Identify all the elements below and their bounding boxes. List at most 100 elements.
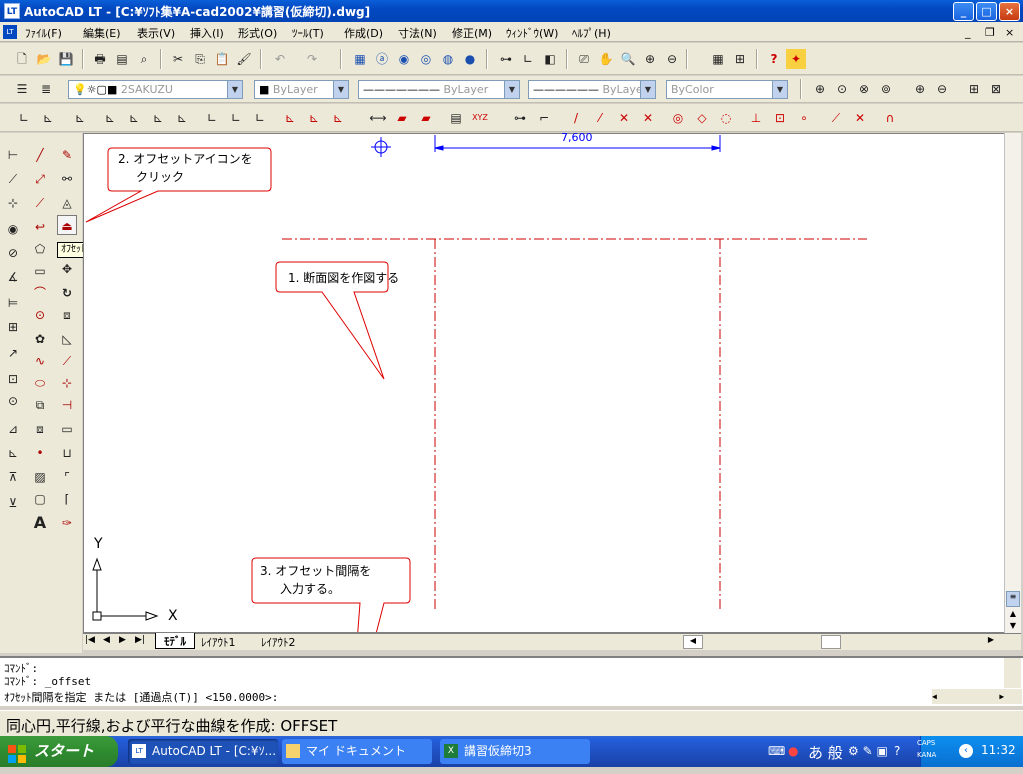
dim-text-edit-icon[interactable]: ⊼ <box>3 467 23 487</box>
snap-intersection-icon[interactable]: ✕ <box>614 108 634 128</box>
erase-icon[interactable]: ✎ <box>57 145 77 165</box>
menu-draw[interactable]: 作成(D) <box>344 25 383 41</box>
hyperlink-icon[interactable]: ◎ <box>416 49 436 69</box>
scroll-thumb[interactable]: ≡ <box>1006 591 1020 607</box>
dim-ordinate-icon[interactable]: ⊹ <box>3 193 23 213</box>
hscroll-right-icon[interactable]: ▶ <box>983 635 999 649</box>
keyboard-icon[interactable]: ⌨ <box>768 744 785 758</box>
task-excel[interactable]: X 講習仮締切3 <box>440 739 590 764</box>
express-tools-icon[interactable]: ✦ <box>786 49 806 69</box>
cut-icon[interactable]: ✂ <box>168 49 188 69</box>
make-block-icon[interactable]: ⧈ <box>30 419 50 439</box>
pan-icon[interactable]: ✋ <box>596 49 616 69</box>
scale-icon[interactable]: ⧈ <box>57 305 77 325</box>
ucs-face-icon[interactable]: ⊾ <box>124 108 144 128</box>
command-hscrollbar[interactable]: ◀ ▶ <box>932 689 1022 704</box>
offset-icon[interactable]: ⏏ <box>57 215 77 235</box>
center-mark-icon[interactable]: ⊿ <box>3 419 23 439</box>
help-icon[interactable]: ? <box>894 744 900 758</box>
snap-temp-icon[interactable]: ⌐ <box>534 108 554 128</box>
save-icon[interactable]: 💾 <box>56 49 76 69</box>
zoom-dynamic-icon[interactable]: ⊙ <box>832 79 852 99</box>
app-icon[interactable]: LT <box>4 3 20 19</box>
copy-icon[interactable]: ⎘ <box>190 49 210 69</box>
snap-insert-icon[interactable]: ⊡ <box>770 108 790 128</box>
dim-radius-icon[interactable]: ◉ <box>3 219 23 239</box>
design-center-icon[interactable]: ▦ <box>350 49 370 69</box>
plotstyle-dropdown[interactable]: ByColor ▼ <box>666 80 788 99</box>
scroll-up-icon[interactable]: ▲ <box>1006 609 1020 621</box>
hatch-icon[interactable]: ▨ <box>30 467 50 487</box>
dim-linear-icon[interactable]: ⊢ <box>3 145 23 165</box>
lineweight-dropdown[interactable]: —————— ByLayer ▼ <box>528 80 656 99</box>
zoom-scale-icon[interactable]: ⊗ <box>854 79 874 99</box>
zoom-all-icon[interactable]: ⊞ <box>964 79 984 99</box>
revcloud-icon[interactable]: ✿ <box>30 329 50 349</box>
point-icon[interactable]: • <box>30 443 50 463</box>
zoom-previous-icon[interactable]: ⊖ <box>662 49 682 69</box>
ucs-zaxis-icon[interactable]: ⊾ <box>328 108 348 128</box>
help-icon[interactable]: ? <box>764 49 784 69</box>
extend-icon[interactable]: ⊣ <box>57 395 77 415</box>
tolerance-icon[interactable]: XYZ <box>470 108 490 128</box>
zoom-center-icon[interactable]: ⊚ <box>876 79 896 99</box>
copy-object-icon[interactable]: ⚯ <box>57 169 77 189</box>
ucs-z-icon[interactable]: ∟ <box>226 108 246 128</box>
snap-perpendicular-icon[interactable]: ⊥ <box>746 108 766 128</box>
ucs-object-icon[interactable]: ⊾ <box>100 108 120 128</box>
snap-quadrant-icon[interactable]: ◇ <box>692 108 712 128</box>
ucs-rotate-icon[interactable]: ⊾ <box>304 108 324 128</box>
tab-first-icon[interactable]: |◀ <box>85 635 95 645</box>
text-style-icon[interactable]: ▤ <box>446 108 466 128</box>
ucs-apply-icon[interactable]: ⊾ <box>280 108 300 128</box>
aerial-view-icon[interactable]: ⎚ <box>574 49 594 69</box>
tab-last-icon[interactable]: ▶| <box>135 635 145 645</box>
dim-style-icon[interactable]: ▰ <box>392 108 412 128</box>
tolerance-icon[interactable]: ⊙ <box>3 391 23 411</box>
dim-aligned-icon[interactable]: ⟋ <box>3 169 23 189</box>
menu-modify[interactable]: 修正(M) <box>452 25 492 41</box>
break-icon[interactable]: ▭ <box>57 419 77 439</box>
dim-angular-icon[interactable]: ∡ <box>3 267 23 287</box>
dim-continue-icon[interactable]: ↗ <box>3 343 23 363</box>
menu-insert[interactable]: 挿入(I) <box>190 25 224 41</box>
start-button[interactable]: スタート <box>0 736 118 767</box>
ucs-previous-icon[interactable]: ⊾ <box>38 108 58 128</box>
task-my-documents[interactable]: マイ ドキュメント <box>282 739 432 764</box>
line-icon[interactable]: ╱ <box>30 145 50 165</box>
mdi-close-button[interactable]: × <box>1005 26 1014 39</box>
ucs-x-icon[interactable]: ∟ <box>202 108 222 128</box>
web-globe-icon[interactable]: ● <box>460 49 480 69</box>
command-prompt[interactable]: ｵﾌｾｯﾄ間隔を指定 または [通過点(T)] <150.0000>: <box>4 689 278 705</box>
publish-web-icon[interactable]: ◍ <box>438 49 458 69</box>
tab-layout2[interactable]: ﾚｲｱｳﾄ2 <box>261 634 296 650</box>
print-preview-icon[interactable]: ▤ <box>112 49 132 69</box>
ucs-icon[interactable]: ∟ <box>518 49 538 69</box>
break-at-point-icon[interactable]: ⊔ <box>57 443 77 463</box>
match-properties-icon[interactable]: 🖌 <box>234 49 254 69</box>
vertical-scrollbar[interactable]: ≡ ▲ ▼ <box>1004 133 1021 633</box>
scroll-down-icon[interactable]: ▼ <box>1006 621 1020 633</box>
ucs-origin-icon[interactable]: ⊾ <box>70 108 90 128</box>
fillet-icon[interactable]: ⌈ <box>57 489 77 509</box>
menu-tools[interactable]: ﾂｰﾙ(T) <box>292 25 324 41</box>
undo-icon[interactable]: ↶ <box>270 49 290 69</box>
open-folder-icon[interactable]: 📂 <box>34 49 54 69</box>
zoom-in-icon[interactable]: ⊕ <box>910 79 930 99</box>
menu-file[interactable]: ﾌｧｲﾙ(F) <box>25 25 62 41</box>
ucs-view-icon[interactable]: ⊾ <box>148 108 168 128</box>
dim-edit-icon[interactable]: ⊾ <box>3 443 23 463</box>
menu-view[interactable]: 表示(V) <box>137 25 175 41</box>
snap-from-icon[interactable]: ⊶ <box>510 108 530 128</box>
zoom-window-icon[interactable]: ⊕ <box>810 79 830 99</box>
hscroll-thumb[interactable] <box>821 635 841 649</box>
minimize-button[interactable]: _ <box>953 2 974 21</box>
paste-icon[interactable]: 📋 <box>212 49 232 69</box>
mdi-minimize-button[interactable]: _ <box>965 26 971 39</box>
explode-icon[interactable]: ✑ <box>57 513 77 533</box>
linetype-dropdown[interactable]: ——————— ByLayer ▼ <box>358 80 520 99</box>
tab-model[interactable]: ﾓﾃﾞﾙ <box>155 633 195 649</box>
snap-tangent-icon[interactable]: ◌ <box>716 108 736 128</box>
close-button[interactable]: × <box>999 2 1020 21</box>
dim-update-icon[interactable]: ⊻ <box>3 493 23 513</box>
